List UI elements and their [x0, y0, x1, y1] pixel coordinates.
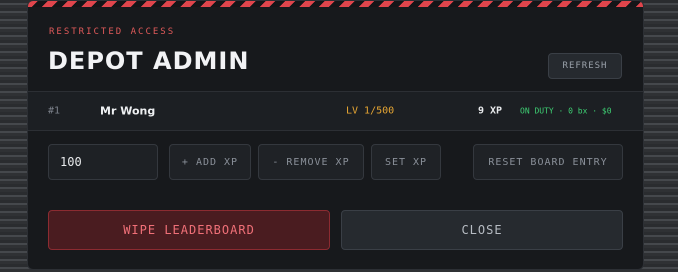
remove-xp-button[interactable]: - REMOVE XP — [258, 144, 364, 180]
set-xp-button[interactable]: SET XP — [371, 144, 441, 180]
entry-level: LV 1/500 — [346, 105, 395, 117]
panel-title: DEPOT ADMIN — [48, 47, 250, 75]
add-xp-button[interactable]: + ADD XP — [169, 144, 251, 180]
entry-player-name: Mr Wong — [100, 104, 156, 118]
entry-xp: 9 XP — [478, 105, 503, 117]
background-shutter-right — [642, 0, 678, 272]
close-button[interactable]: CLOSE — [341, 210, 623, 250]
hazard-stripe — [28, 1, 643, 7]
reset-board-entry-button[interactable]: RESET BOARD ENTRY — [473, 144, 623, 180]
refresh-button[interactable]: REFRESH — [548, 53, 622, 79]
entry-status: ON DUTY · 0 bx · $0 — [520, 106, 612, 116]
wipe-leaderboard-button[interactable]: WIPE LEADERBOARD — [48, 210, 330, 250]
depot-admin-panel: RESTRICTED ACCESS DEPOT ADMIN REFRESH #1… — [27, 0, 644, 270]
xp-amount-input[interactable]: 100 — [48, 144, 158, 180]
entry-rank: #1 — [48, 105, 61, 117]
background-shutter-left — [0, 0, 28, 272]
leaderboard-row[interactable]: #1 Mr Wong LV 1/500 9 XP ON DUTY · 0 bx … — [28, 91, 643, 131]
restricted-access-label: RESTRICTED ACCESS — [49, 27, 176, 37]
